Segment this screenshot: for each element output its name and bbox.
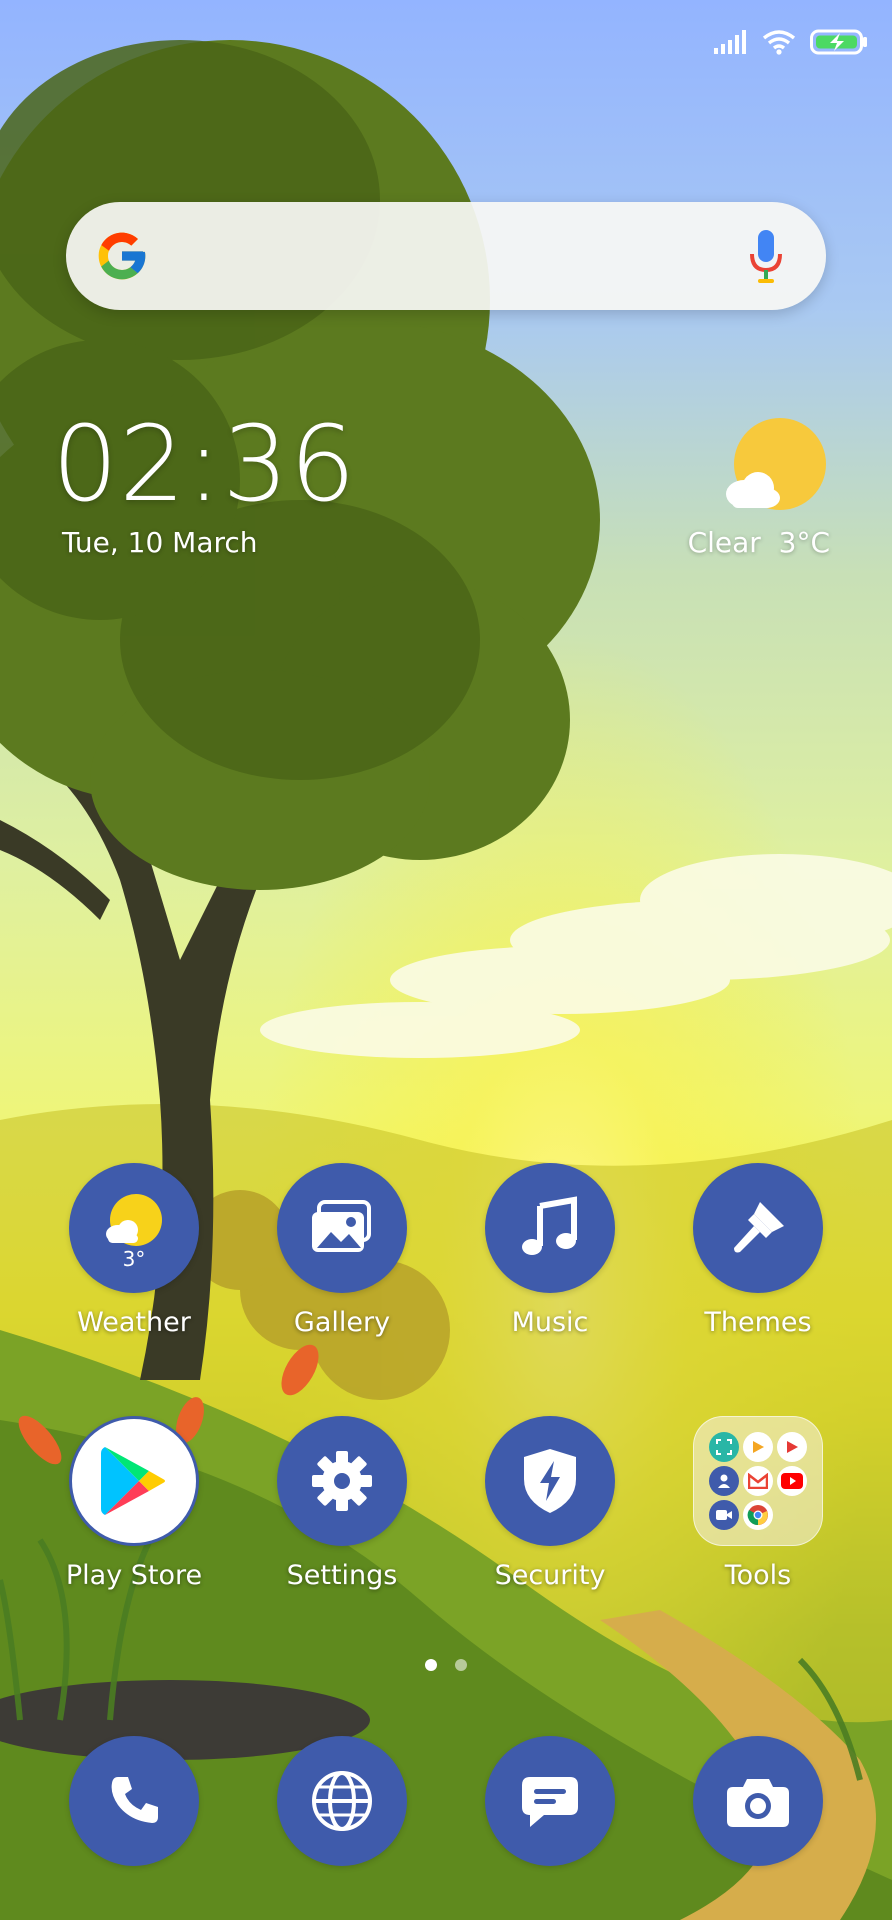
messages-icon	[522, 1777, 578, 1827]
weather-summary: Clear 3°C	[688, 526, 830, 559]
app-label: Music	[511, 1307, 589, 1338]
scanner-icon	[709, 1432, 739, 1462]
clock-time[interactable]: 02:36	[52, 412, 357, 516]
camera-icon	[727, 1779, 789, 1827]
app-label: Weather	[77, 1307, 191, 1338]
microphone-icon[interactable]	[746, 224, 786, 288]
play-movies-icon	[777, 1432, 807, 1462]
google-g-icon	[98, 232, 146, 280]
gallery-icon	[277, 1163, 407, 1293]
gear-icon	[277, 1416, 407, 1546]
browser-globe-icon	[312, 1771, 372, 1831]
shield-lightning-icon	[485, 1416, 615, 1546]
page-dot[interactable]	[455, 1659, 467, 1671]
dock-messages[interactable]	[485, 1736, 615, 1866]
weather-icon: 3°	[69, 1163, 199, 1293]
weather-temperature: 3°C	[778, 526, 830, 559]
app-label: Themes	[704, 1307, 812, 1338]
signal-icon	[714, 30, 746, 54]
app-label: Play Store	[65, 1560, 203, 1591]
weather-condition: Clear	[687, 526, 761, 559]
play-store-icon	[69, 1416, 199, 1546]
page-dot-current[interactable]	[425, 1659, 437, 1671]
battery-charging-icon	[810, 29, 867, 55]
app-themes[interactable]: Themes	[668, 1163, 848, 1338]
app-label: Security	[494, 1560, 606, 1591]
dock-browser[interactable]	[277, 1736, 407, 1866]
app-label: Gallery	[293, 1307, 391, 1338]
clock-date: Tue, 10 March	[62, 526, 258, 559]
chrome-icon	[743, 1500, 773, 1530]
weather-app-temperature: 3°	[122, 1247, 146, 1271]
app-security[interactable]: Security	[460, 1416, 640, 1591]
folder-icon	[693, 1416, 823, 1546]
app-label: Settings	[286, 1560, 398, 1591]
dock-phone[interactable]	[69, 1736, 199, 1866]
app-label: Tools	[724, 1560, 792, 1591]
app-settings[interactable]: Settings	[252, 1416, 432, 1591]
wifi-icon	[762, 30, 796, 55]
music-note-icon	[485, 1163, 615, 1293]
app-play-store[interactable]: Play Store	[44, 1416, 224, 1591]
app-tools-folder[interactable]: Tools	[668, 1416, 848, 1591]
contacts-icon	[709, 1466, 739, 1496]
phone-icon	[111, 1777, 158, 1823]
app-gallery[interactable]: Gallery	[252, 1163, 432, 1338]
video-call-icon	[709, 1500, 739, 1530]
paintbrush-icon	[693, 1163, 823, 1293]
google-search-bar[interactable]	[66, 202, 826, 310]
status-bar	[714, 26, 868, 58]
app-music[interactable]: Music	[460, 1163, 640, 1338]
youtube-icon	[777, 1466, 807, 1496]
dock-camera[interactable]	[693, 1736, 823, 1866]
play-games-icon	[743, 1432, 773, 1462]
gmail-icon	[743, 1466, 773, 1496]
app-weather[interactable]: 3° Weather	[44, 1163, 224, 1338]
page-indicator[interactable]	[0, 1659, 892, 1671]
sun-cloud-icon[interactable]	[710, 416, 830, 536]
